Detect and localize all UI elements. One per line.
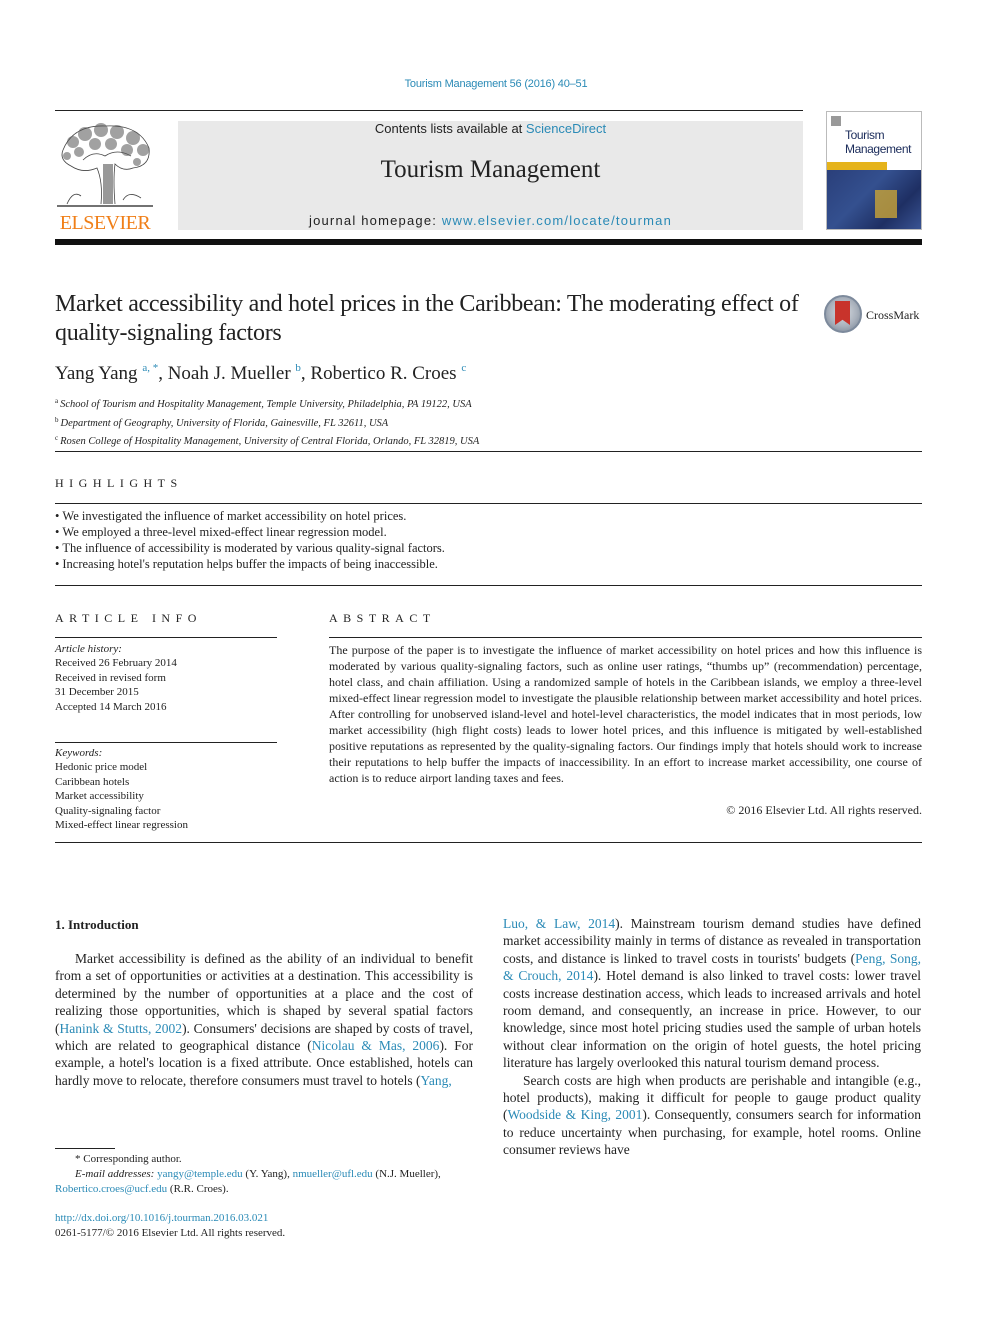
cover-title-line2: Management xyxy=(845,142,912,156)
body-paragraph: Search costs are high when products are … xyxy=(503,1072,921,1159)
email-label: E-mail addresses: xyxy=(75,1168,155,1180)
body-paragraph: Luo, & Law, 2014). Mainstream tourism de… xyxy=(503,915,921,1072)
cover-title: Tourism Management xyxy=(845,128,911,156)
keyword-item: Quality-signaling factor xyxy=(55,804,161,817)
author-name[interactable]: Noah J. Mueller xyxy=(168,363,291,384)
body-column-right: Luo, & Law, 2014). Mainstream tourism de… xyxy=(503,915,921,1159)
abstract-text: The purpose of the paper is to investiga… xyxy=(329,643,922,785)
article-history-label: Article history: xyxy=(55,643,122,655)
history-item: Received 26 February 2014 xyxy=(55,657,177,670)
doi-block: http://dx.doi.org/10.1016/j.tourman.2016… xyxy=(55,1211,285,1241)
section-divider xyxy=(55,842,922,843)
corresponding-author-note: * Corresponding author. xyxy=(75,1153,182,1165)
history-item: 31 December 2015 xyxy=(55,686,139,699)
keywords: Keywords: Hedonic price model Caribbean … xyxy=(55,746,188,832)
email-owner: (R.R. Croes). xyxy=(167,1183,229,1195)
crossmark-label: CrossMark xyxy=(866,308,920,322)
highlight-item: We employed a three-level mixed-effect l… xyxy=(55,524,445,540)
highlight-item: Increasing hotel's reputation helps buff… xyxy=(55,556,445,572)
issn-copyright: 0261-5177/© 2016 Elsevier Ltd. All right… xyxy=(55,1227,286,1239)
cover-yellow-band xyxy=(827,162,887,170)
section-heading-introduction: 1. Introduction xyxy=(55,917,139,932)
journal-title: Tourism Management xyxy=(380,156,601,183)
author-name[interactable]: Yang Yang xyxy=(55,363,138,384)
email-addresses-cont: Robertico.croes@ucf.edu (R.R. Croes). xyxy=(55,1182,485,1197)
contents-prefix: Contents lists available at xyxy=(374,121,526,136)
crossmark-badge[interactable]: CrossMark xyxy=(824,295,924,335)
affiliation-key: a xyxy=(55,397,59,405)
contents-availability-line: Contents lists available at ScienceDirec… xyxy=(178,121,803,136)
section-divider xyxy=(329,637,922,638)
journal-homepage-link[interactable]: www.elsevier.com/locate/tourman xyxy=(442,213,672,228)
author-affiliation-marker[interactable]: a, * xyxy=(142,362,158,374)
author-affiliation-marker[interactable]: c xyxy=(461,362,466,374)
cover-title-line1: Tourism xyxy=(845,128,885,142)
affiliation-item: b Department of Geography, University of … xyxy=(55,413,479,432)
author-list: Yang Yang a, *, Noah J. Mueller b, Rober… xyxy=(55,362,467,384)
email-link[interactable]: Robertico.croes@ucf.edu xyxy=(55,1183,167,1195)
history-item: Received in revised form xyxy=(55,671,166,684)
article-info-heading: ARTICLE INFO xyxy=(55,611,202,625)
journal-reference-link[interactable]: Tourism Management 56 (2016) 40–51 xyxy=(0,78,992,90)
section-divider xyxy=(55,637,277,638)
highlight-item: The influence of accessibility is modera… xyxy=(55,540,445,556)
email-owner: (Y. Yang), xyxy=(242,1168,293,1180)
abstract-heading: ABSTRACT xyxy=(329,611,436,625)
section-divider xyxy=(55,742,277,743)
citation-link[interactable]: Yang, xyxy=(421,1073,452,1088)
footnotes: * Corresponding author. E-mail addresses… xyxy=(55,1152,485,1197)
sciencedirect-link[interactable]: ScienceDirect xyxy=(526,121,606,136)
keyword-item: Mixed-effect linear regression xyxy=(55,819,188,832)
body-column-left: Market accessibility is defined as the a… xyxy=(55,950,473,1089)
affiliation-key: b xyxy=(55,415,59,424)
affiliation-item: c Rosen College of Hospitality Management… xyxy=(55,431,479,450)
affiliation-text: School of Tourism and Hospitality Manage… xyxy=(60,399,472,410)
keyword-item: Hedonic price model xyxy=(55,761,148,774)
cover-photo xyxy=(827,170,921,229)
citation-link[interactable]: Nicolau & Mas, 2006 xyxy=(312,1038,440,1053)
affiliation-text: Department of Geography, University of F… xyxy=(60,417,389,429)
affiliations: a School of Tourism and Hospitality Manag… xyxy=(55,394,479,450)
history-item: Accepted 14 March 2016 xyxy=(55,700,167,713)
email-owner: (N.J. Mueller), xyxy=(372,1168,441,1180)
header-thick-rule xyxy=(55,239,922,245)
email-link[interactable]: nmueller@ufl.edu xyxy=(293,1168,373,1180)
author-affiliation-marker[interactable]: b xyxy=(295,362,301,374)
affiliation-item: a School of Tourism and Hospitality Manag… xyxy=(55,394,479,413)
keyword-item: Caribbean hotels xyxy=(55,775,130,788)
citation-link[interactable]: Luo, & Law, 2014 xyxy=(503,916,615,931)
affiliation-key: c xyxy=(55,434,59,442)
email-addresses: E-mail addresses: yangy@temple.edu (Y. Y… xyxy=(55,1167,485,1182)
section-divider xyxy=(55,503,922,504)
affiliation-text: Rosen College of Hospitality Management,… xyxy=(60,436,480,447)
email-link[interactable]: yangy@temple.edu xyxy=(157,1168,243,1180)
article-title: Market accessibility and hotel prices in… xyxy=(55,291,799,346)
journal-cover-thumbnail[interactable]: Tourism Management xyxy=(826,111,922,230)
cover-publisher-logo xyxy=(831,116,841,126)
highlight-item: We investigated the influence of market … xyxy=(55,508,445,524)
homepage-prefix: journal homepage: xyxy=(308,213,442,228)
body-text: ). Hotel demand is also linked to travel… xyxy=(503,968,922,1071)
citation-link[interactable]: Woodside & King, 2001 xyxy=(508,1107,643,1122)
article-history: Article history: Received 26 February 20… xyxy=(55,642,177,714)
section-divider xyxy=(55,451,922,452)
footnote-rule xyxy=(55,1148,115,1149)
keyword-item: Market accessibility xyxy=(55,790,144,803)
abstract-copyright: © 2016 Elsevier Ltd. All rights reserved… xyxy=(726,803,922,817)
header-top-rule xyxy=(55,110,803,111)
elsevier-wordmark: ELSEVIER xyxy=(59,212,151,234)
keywords-label: Keywords: xyxy=(55,747,103,759)
section-divider xyxy=(55,585,922,586)
journal-homepage-line: journal homepage: www.elsevier.com/locat… xyxy=(178,213,803,228)
highlights-list: We investigated the influence of market … xyxy=(55,508,445,572)
highlights-heading: HIGHLIGHTS xyxy=(55,476,183,490)
author-name[interactable]: Robertico R. Croes xyxy=(310,363,456,384)
doi-link[interactable]: http://dx.doi.org/10.1016/j.tourman.2016… xyxy=(55,1211,285,1226)
citation-link[interactable]: Hanink & Stutts, 2002 xyxy=(60,1021,183,1036)
